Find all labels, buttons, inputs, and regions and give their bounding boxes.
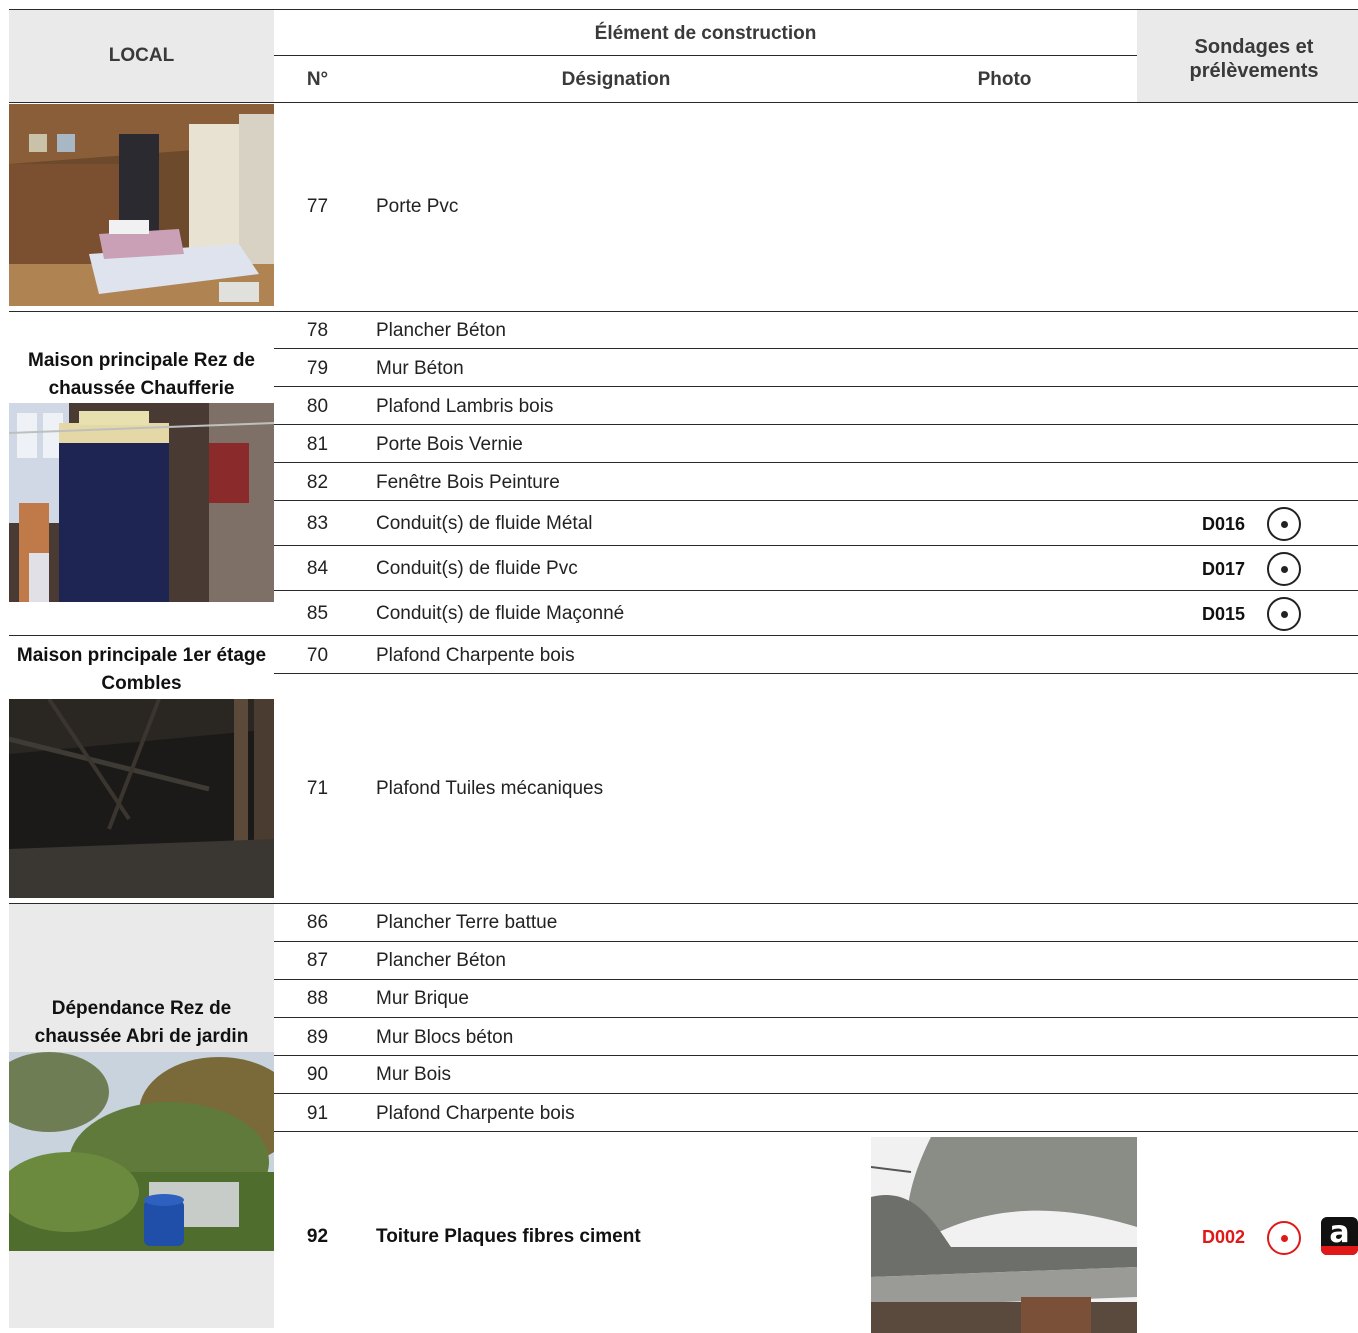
row-num: 90 bbox=[306, 1064, 329, 1085]
row-rule bbox=[274, 1131, 1358, 1132]
row-designation: Mur Blocs béton bbox=[376, 1027, 514, 1048]
row-rule bbox=[274, 462, 1358, 463]
row-designation: Mur Béton bbox=[376, 358, 464, 379]
element-photo-toiture bbox=[871, 1137, 1137, 1333]
row-rule bbox=[274, 941, 1358, 942]
sondage-code: D016 bbox=[1202, 514, 1246, 534]
header-bottom-rule bbox=[9, 102, 1358, 103]
row-designation: Mur Brique bbox=[376, 988, 469, 1009]
local-photo-chambre bbox=[9, 104, 274, 306]
local-label-abri-jardin: Dépendance Rez de chaussée Abri de jardi… bbox=[34, 998, 249, 1047]
row-num: 91 bbox=[306, 1103, 329, 1124]
row-rule bbox=[274, 424, 1358, 425]
local-photo-combles bbox=[9, 699, 274, 898]
header-sondages: Sondages et prélèvements bbox=[1189, 36, 1319, 82]
row-designation: Porte Bois Vernie bbox=[376, 434, 523, 455]
asbestos-logo-icon: a bbox=[1321, 1217, 1358, 1255]
row-num: 77 bbox=[306, 196, 329, 217]
row-designation: Plafond Lambris bois bbox=[376, 396, 554, 417]
row-designation: Plafond Charpente bois bbox=[376, 1103, 575, 1124]
local-label-chaufferie: Maison principale Rez de chaussée Chauff… bbox=[28, 350, 255, 399]
row-num: 78 bbox=[306, 320, 329, 341]
row-designation: Mur Bois bbox=[376, 1064, 451, 1085]
row-num: 82 bbox=[306, 472, 329, 493]
sampling-target-icon bbox=[1267, 597, 1301, 631]
row-num: 70 bbox=[306, 645, 329, 666]
row-rule bbox=[274, 1055, 1358, 1056]
row-rule bbox=[274, 348, 1358, 349]
row-num: 85 bbox=[306, 603, 329, 624]
header-num: N° bbox=[306, 69, 329, 90]
row-num: 92 bbox=[306, 1226, 329, 1247]
sampling-target-icon bbox=[1267, 1221, 1301, 1255]
row-rule bbox=[274, 1017, 1358, 1018]
header-photo: Photo bbox=[977, 69, 1032, 90]
row-rule bbox=[274, 386, 1358, 387]
sondage-code: D017 bbox=[1202, 559, 1246, 579]
row-rule bbox=[274, 545, 1358, 546]
row-designation: Conduit(s) de fluide Pvc bbox=[376, 558, 578, 579]
row-num: 83 bbox=[306, 513, 329, 534]
local-photo-abri-jardin bbox=[9, 1052, 274, 1251]
row-num: 84 bbox=[306, 558, 329, 579]
row-designation: Plafond Tuiles mécaniques bbox=[376, 778, 604, 799]
row-designation: Plancher Béton bbox=[376, 950, 506, 971]
row-designation: Toiture Plaques fibres ciment bbox=[376, 1226, 641, 1247]
sondage-code: D015 bbox=[1202, 604, 1246, 624]
row-rule bbox=[274, 673, 1358, 674]
section-rule bbox=[9, 635, 1358, 636]
row-num: 87 bbox=[306, 950, 329, 971]
header-mid-rule bbox=[274, 55, 1137, 56]
sondage-code: D002 bbox=[1202, 1227, 1246, 1247]
row-designation: Plancher Béton bbox=[376, 320, 506, 341]
sampling-target-icon bbox=[1267, 552, 1301, 586]
row-num: 80 bbox=[306, 396, 329, 417]
row-rule bbox=[274, 979, 1358, 980]
section-rule bbox=[9, 311, 1358, 312]
local-photo-chaufferie bbox=[9, 403, 274, 602]
header-element-construction: Élément de construction bbox=[594, 23, 817, 44]
row-rule bbox=[274, 1093, 1358, 1094]
row-designation: Fenêtre Bois Peinture bbox=[376, 472, 560, 493]
asbestos-logo-letter: a bbox=[1329, 1217, 1350, 1250]
row-designation: Plancher Terre battue bbox=[376, 912, 558, 933]
row-num: 71 bbox=[306, 778, 329, 799]
row-num: 88 bbox=[306, 988, 329, 1009]
row-num: 79 bbox=[306, 358, 329, 379]
row-num: 86 bbox=[306, 912, 329, 933]
row-designation: Plafond Charpente bois bbox=[376, 645, 575, 666]
row-designation: Porte Pvc bbox=[376, 196, 459, 217]
row-rule bbox=[274, 590, 1358, 591]
header-local: LOCAL bbox=[108, 45, 175, 66]
header-designation: Désignation bbox=[561, 69, 671, 90]
sampling-target-icon bbox=[1267, 507, 1301, 541]
row-designation: Conduit(s) de fluide Maçonné bbox=[376, 603, 625, 624]
row-num: 81 bbox=[306, 434, 329, 455]
row-designation: Conduit(s) de fluide Métal bbox=[376, 513, 593, 534]
row-rule bbox=[274, 500, 1358, 501]
local-label-combles: Maison principale 1er étage Combles bbox=[16, 645, 267, 694]
row-num: 89 bbox=[306, 1027, 329, 1048]
